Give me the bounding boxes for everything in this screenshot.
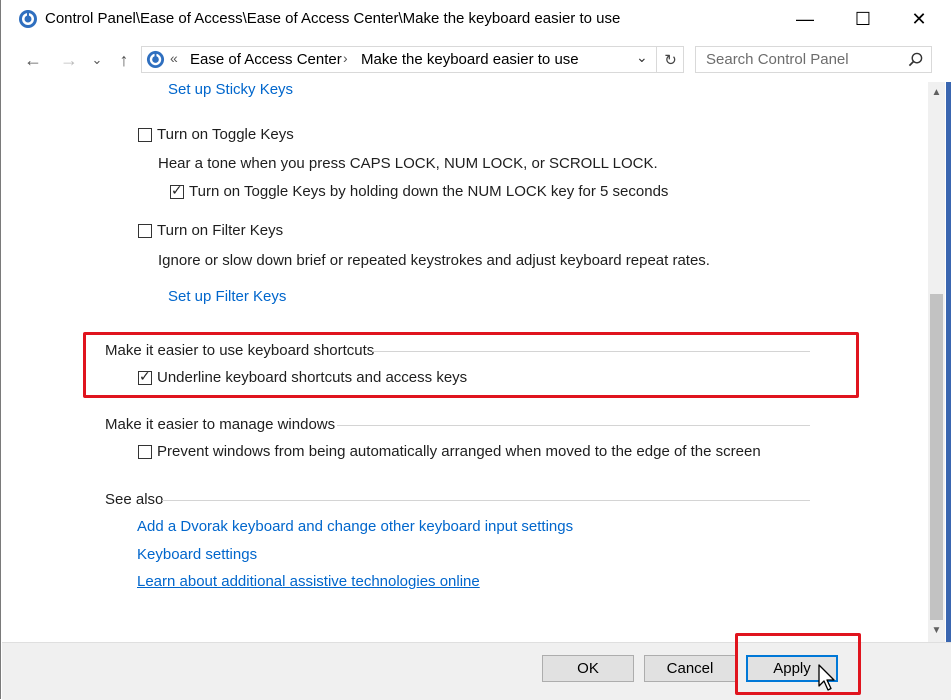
address-bar[interactable]: « Ease of Access Center › Make the keybo…	[141, 46, 684, 73]
toggle-keys-numlock-label[interactable]: Turn on Toggle Keys by holding down the …	[189, 183, 668, 200]
toggle-keys-checkbox[interactable]	[138, 128, 152, 142]
forward-arrow-icon: →	[60, 49, 78, 70]
filter-keys-label[interactable]: Turn on Filter Keys	[157, 222, 283, 239]
prevent-window-arrange-label[interactable]: Prevent windows from being automatically…	[157, 443, 761, 460]
toggle-keys-label[interactable]: Turn on Toggle Keys	[157, 126, 294, 143]
scrollbar-thumb[interactable]	[930, 294, 943, 620]
desktop-edge	[946, 82, 951, 699]
ease-of-access-icon	[146, 50, 165, 69]
search-input[interactable]: Search Control Panel	[706, 51, 849, 68]
mouse-pointer-icon	[818, 664, 835, 691]
breadcrumb-current-page[interactable]: Make the keyboard easier to use	[361, 51, 579, 68]
ok-button[interactable]: OK	[542, 655, 634, 682]
control-panel-icon	[19, 10, 37, 28]
section-divider	[337, 425, 810, 426]
close-icon: ✕	[911, 8, 927, 29]
prevent-window-arrange-checkbox[interactable]	[138, 445, 152, 459]
cancel-button[interactable]: Cancel	[644, 655, 736, 682]
maximize-icon: ☐	[854, 8, 872, 29]
ok-button-label: OK	[577, 660, 599, 677]
title-bar[interactable]: Control Panel\Ease of Access\Ease of Acc…	[1, 0, 951, 38]
forward-button[interactable]: →	[57, 48, 81, 72]
back-button[interactable]: ←	[21, 48, 45, 72]
window-title: Control Panel\Ease of Access\Ease of Acc…	[45, 10, 621, 27]
shortcuts-highlight-box	[83, 332, 859, 398]
section-divider	[162, 500, 810, 501]
scroll-down-button[interactable]: ▼	[928, 622, 945, 639]
back-arrow-icon: ←	[24, 49, 42, 70]
close-button[interactable]: ✕	[890, 0, 948, 38]
breadcrumb-separator-icon[interactable]: ›	[343, 50, 348, 66]
up-button[interactable]: ↑	[112, 48, 136, 72]
refresh-button[interactable]: ↻	[656, 47, 684, 72]
filter-keys-checkbox[interactable]	[138, 224, 152, 238]
keyboard-settings-link[interactable]: Keyboard settings	[137, 546, 257, 563]
apply-highlight-box	[735, 633, 861, 695]
refresh-icon: ↻	[664, 51, 677, 69]
scroll-down-icon: ▼	[931, 625, 942, 636]
search-box[interactable]: Search Control Panel	[695, 46, 932, 73]
toggle-keys-numlock-checkbox[interactable]	[170, 183, 184, 199]
recent-locations-button[interactable]: ⌄	[89, 48, 105, 72]
address-dropdown-icon[interactable]: ⌄	[636, 49, 648, 66]
breadcrumb-overflow-icon[interactable]: «	[170, 50, 178, 66]
dvorak-keyboard-link[interactable]: Add a Dvorak keyboard and change other k…	[137, 518, 573, 535]
filter-keys-description: Ignore or slow down brief or repeated ke…	[158, 252, 710, 269]
see-also-heading: See also	[105, 491, 164, 508]
set-up-filter-keys-link[interactable]: Set up Filter Keys	[168, 288, 286, 305]
maximize-button[interactable]: ☐	[834, 0, 892, 38]
control-panel-window: Control Panel\Ease of Access\Ease of Acc…	[0, 0, 951, 700]
set-up-sticky-keys-link[interactable]: Set up Sticky Keys	[168, 82, 293, 98]
minimize-button[interactable]: —	[776, 0, 834, 38]
scroll-up-icon: ▲	[931, 87, 942, 98]
vertical-scrollbar[interactable]: ▲ ▼	[928, 82, 945, 642]
chevron-down-icon: ⌄	[91, 52, 103, 67]
windows-section-heading: Make it easier to manage windows	[105, 416, 336, 433]
scroll-up-button[interactable]: ▲	[928, 84, 945, 101]
up-arrow-icon: ↑	[119, 49, 129, 70]
search-icon[interactable]	[908, 52, 923, 67]
breadcrumb-ease-of-access-center[interactable]: Ease of Access Center	[190, 51, 342, 68]
assistive-technologies-link[interactable]: Learn about additional assistive technol…	[137, 573, 480, 590]
minimize-icon: —	[796, 8, 814, 29]
toggle-keys-description: Hear a tone when you press CAPS LOCK, NU…	[158, 155, 658, 172]
cancel-button-label: Cancel	[666, 660, 714, 677]
